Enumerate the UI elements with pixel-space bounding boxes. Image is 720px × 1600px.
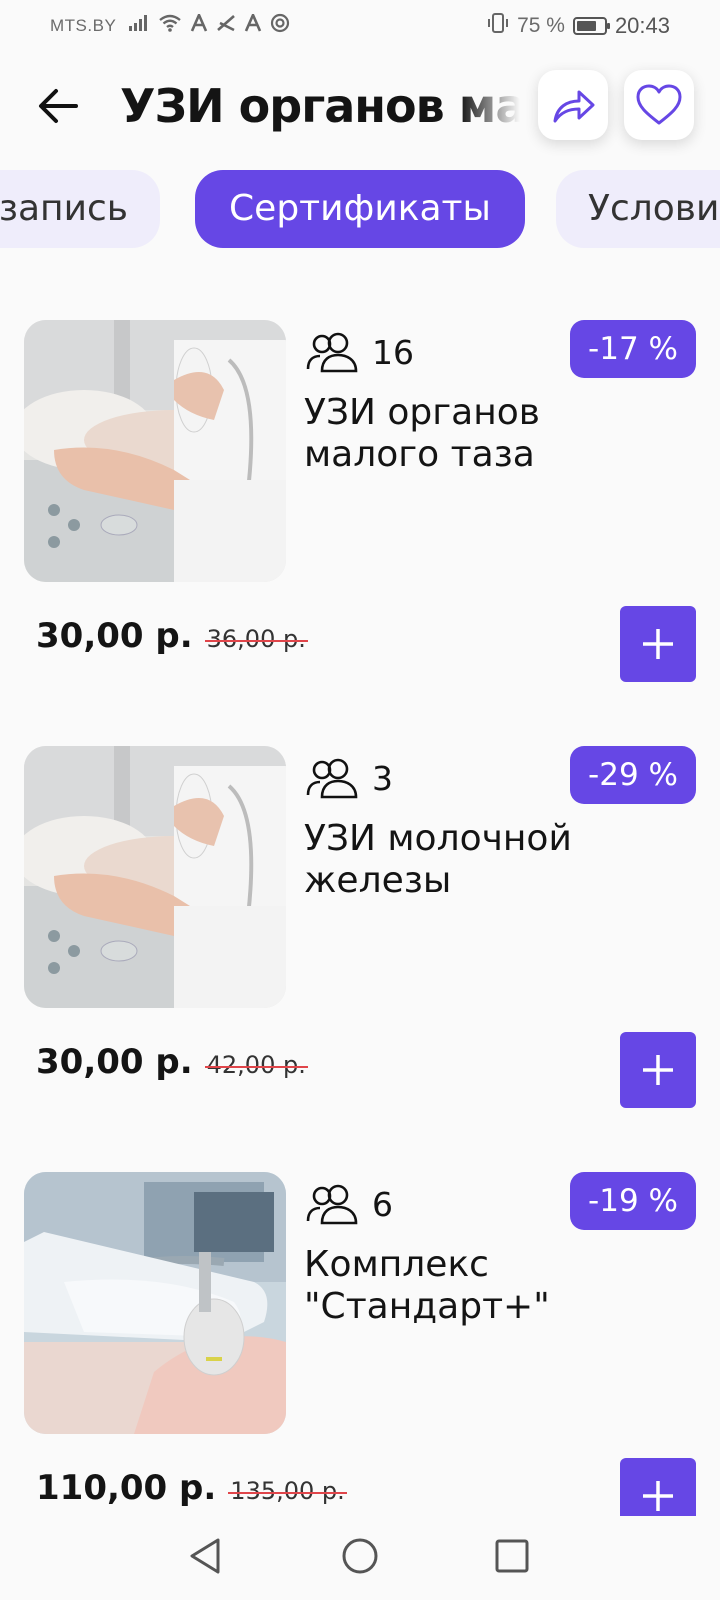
users-icon [306,332,358,373]
status-bar: MTS.BY 75 % 20:43 [0,0,720,52]
page-title: УЗИ органов малого таза [120,79,520,133]
nav-recents-button[interactable] [482,1526,542,1586]
square-recents-icon [495,1539,529,1573]
wifi-icon [158,13,182,39]
share-icon [553,90,595,123]
price-row: 30,00 р. 36,00 р. [36,616,309,664]
at-icon [270,13,290,39]
back-button[interactable] [30,78,86,134]
circle-home-icon [342,1538,378,1574]
tab-booking[interactable]: запись [0,170,160,248]
buyers-count-value: 16 [372,332,414,372]
tab-bar: запись Сертификаты Условия [0,170,720,250]
certificate-card[interactable]: 3 -29 % УЗИ молочной железы 30,00 р. 42,… [0,746,720,1146]
carrier-name: MTS.BY [50,16,117,35]
heart-icon [636,84,682,125]
price-row: 110,00 р. 135,00 р. [36,1468,348,1516]
buyers-count-value: 3 [372,758,393,798]
battery-icon [572,17,610,35]
tab-certificates[interactable]: Сертификаты [195,170,525,248]
buyers-count-value: 6 [372,1184,393,1224]
certificate-card[interactable]: 6 -19 % Комплекс "Стандарт+" 110,00 р. 1… [0,1172,720,1572]
users-icon [306,758,358,799]
vibrate-icon [487,12,509,40]
triangle-back-icon [190,1538,220,1574]
status-right: 75 % 20:43 [487,12,670,40]
a-icon [244,11,262,38]
battery-fill [576,21,597,31]
share-button[interactable] [538,70,608,140]
battery-percent: 75 % [517,14,565,37]
card-title[interactable]: УЗИ молочной железы [304,818,684,902]
price-row: 30,00 р. 42,00 р. [36,1042,309,1090]
buyers-count: 3 [304,754,393,802]
ultrasound-photo [24,1172,286,1434]
plus-icon [643,1481,673,1511]
signal-icon [128,14,150,38]
price: 30,00 р. [36,1042,193,1082]
nav-home-button[interactable] [330,1526,390,1586]
add-to-cart-button[interactable] [620,1032,696,1108]
price: 110,00 р. [36,1468,217,1508]
clock: 20:43 [614,13,670,38]
arrow-left-icon [39,89,78,123]
old-price: 135,00 р. [228,1477,348,1505]
plus-icon [643,629,673,659]
system-nav-bar [0,1516,720,1600]
nfc-icon [216,14,236,38]
plus-icon [643,1055,673,1085]
ultrasound-photo [24,320,286,582]
favorite-button[interactable] [624,70,694,140]
buyers-count: 16 [304,328,414,376]
a-icon [190,11,208,38]
price: 30,00 р. [36,616,193,656]
header: УЗИ органов малого таза [0,62,720,146]
ultrasound-photo [24,746,286,1008]
old-price: 42,00 р. [204,1051,309,1079]
tab-conditions[interactable]: Условия [556,170,720,248]
discount-badge: -19 % [570,1172,696,1230]
card-title[interactable]: Комплекс "Стандарт+" [304,1244,684,1328]
users-icon [306,1184,358,1225]
certificate-card[interactable]: 16 -17 % УЗИ органов малого таза 30,00 р… [0,320,720,720]
nav-back-button[interactable] [176,1526,236,1586]
status-left: MTS.BY [50,11,290,39]
add-to-cart-button[interactable] [620,606,696,682]
card-title[interactable]: УЗИ органов малого таза [304,392,684,476]
discount-badge: -29 % [570,746,696,804]
buyers-count: 6 [304,1180,393,1228]
discount-badge: -17 % [570,320,696,378]
old-price: 36,00 р. [204,625,309,653]
